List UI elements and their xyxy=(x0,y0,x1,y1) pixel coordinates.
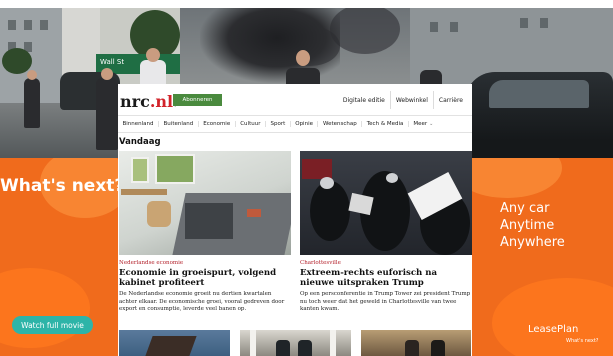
link-carriere[interactable]: Carrière xyxy=(432,91,468,109)
building-window xyxy=(24,20,32,30)
photo-flag xyxy=(302,159,332,179)
building-window xyxy=(450,22,458,32)
photo-roof xyxy=(145,336,197,356)
building-window xyxy=(8,20,16,30)
photo-person xyxy=(405,340,419,356)
person-head xyxy=(27,70,37,80)
car xyxy=(465,72,613,170)
ad-tagline: Any car Anytime Anywhere xyxy=(500,200,565,251)
article-lead: Op een persconferentie in Trump Tower ze… xyxy=(300,291,471,313)
brand-logo: LeasePlan xyxy=(528,324,579,335)
section-nav: Binnenland Buitenland Economie Cultuur S… xyxy=(118,116,472,133)
nav-opinie[interactable]: Opinie xyxy=(289,121,318,127)
photo-column xyxy=(330,330,336,356)
decorative-swoosh xyxy=(472,158,562,198)
article-lead: De Nederlandse economie groeit nu dertie… xyxy=(119,291,285,313)
photo-person xyxy=(431,340,445,356)
nav-sport[interactable]: Sport xyxy=(264,121,290,127)
nav-meer-label: Meer xyxy=(413,121,428,127)
decorative-swoosh xyxy=(0,268,90,348)
article-image[interactable] xyxy=(119,151,291,255)
photo-column xyxy=(250,330,256,356)
photo-window xyxy=(131,157,149,183)
chevron-down-icon: ⌄ xyxy=(429,121,434,127)
tagline-line: Anywhere xyxy=(500,235,565,250)
photo-board xyxy=(185,203,233,239)
article-headline[interactable]: Economie in groeispurt, volgend kabinet … xyxy=(119,268,291,288)
subscribe-button[interactable]: Abonneren xyxy=(173,94,222,106)
building-window xyxy=(520,18,528,28)
nav-wetenschap[interactable]: Wetenschap xyxy=(317,121,361,127)
photo-shelf xyxy=(121,189,167,195)
decorative-swoosh xyxy=(492,278,613,356)
photo-person xyxy=(276,340,290,356)
photo-crowd xyxy=(310,181,350,241)
tree xyxy=(2,48,32,74)
smoke-cloud xyxy=(330,8,400,54)
nrc-website: nrc.nl> Abonneren Digitale editie Webwin… xyxy=(118,84,472,356)
link-webwinkel[interactable]: Webwinkel xyxy=(389,91,433,109)
site-header: nrc.nl> Abonneren Digitale editie Webwin… xyxy=(118,84,472,116)
article-thumbnail[interactable] xyxy=(240,330,351,356)
person-head xyxy=(146,48,160,62)
ad-left-panel[interactable]: What's next? Watch full movie xyxy=(0,158,118,356)
building-window xyxy=(430,22,438,32)
person xyxy=(24,78,40,128)
nav-binnenland[interactable]: Binnenland xyxy=(118,121,158,127)
nav-meer[interactable]: Meer ⌄ xyxy=(407,121,438,127)
article-image[interactable] xyxy=(300,151,472,255)
tagline-line: Any car xyxy=(500,201,550,216)
photo-window xyxy=(155,154,195,184)
photo-sign xyxy=(348,192,374,216)
photo-helmet xyxy=(320,177,334,189)
article-thumbnails xyxy=(119,330,471,356)
article-card[interactable]: Charlottesville Extreem-rechts euforisch… xyxy=(300,151,472,314)
article-thumbnail[interactable] xyxy=(119,330,230,356)
car-window xyxy=(489,80,589,108)
section-title: Vandaag xyxy=(119,137,161,147)
header-links: Digitale editie Webwinkel Carrière xyxy=(338,91,468,109)
person-head xyxy=(101,68,113,80)
article-kicker: Charlottesville xyxy=(300,260,341,266)
brand-sub: What's next? xyxy=(566,338,599,344)
nav-tech-media[interactable]: Tech & Media xyxy=(361,121,408,127)
building xyxy=(62,8,100,78)
nav-buitenland[interactable]: Buitenland xyxy=(158,121,198,127)
watch-full-movie-button[interactable]: Watch full movie xyxy=(12,316,93,334)
person xyxy=(96,78,118,150)
tagline-line: Anytime xyxy=(500,218,555,233)
photo-worker xyxy=(147,201,171,227)
building-window xyxy=(40,20,48,30)
ad-right-panel[interactable]: Any car Anytime Anywhere LeasePlan What'… xyxy=(472,158,613,356)
photo-stool xyxy=(247,209,261,217)
article-card[interactable]: Nederlandse economie Economie in groeisp… xyxy=(119,151,291,314)
ad-headline: What's next? xyxy=(0,176,118,196)
person-head xyxy=(296,50,310,66)
nav-cultuur[interactable]: Cultuur xyxy=(234,121,265,127)
building-window xyxy=(540,18,548,28)
link-digitale-editie[interactable]: Digitale editie xyxy=(338,91,390,109)
article-kicker: Nederlandse economie xyxy=(119,260,184,266)
article-headline[interactable]: Extreem-rechts euforisch na nieuwe uitsp… xyxy=(300,268,472,288)
nav-economie[interactable]: Economie xyxy=(197,121,235,127)
article-thumbnail[interactable] xyxy=(361,330,471,356)
photo-person xyxy=(298,340,312,356)
photo-helmet xyxy=(386,173,398,183)
